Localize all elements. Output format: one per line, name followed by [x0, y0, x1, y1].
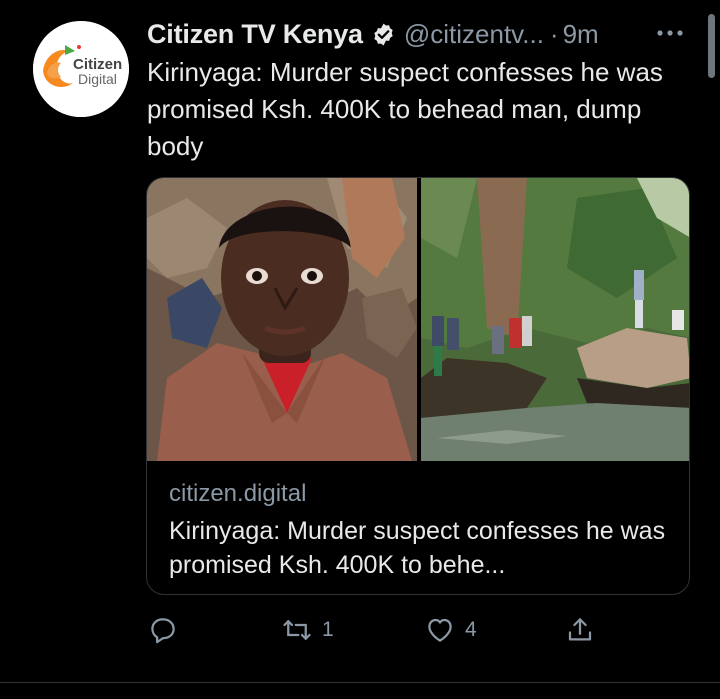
tweet-header: Citizen TV Kenya @citizentv... · 9m [147, 16, 599, 52]
avatar[interactable]: Citizen Digital [33, 21, 129, 117]
display-name[interactable]: Citizen TV Kenya [147, 19, 363, 50]
retweet-button[interactable]: 1 [282, 610, 334, 650]
divider [0, 682, 720, 683]
citizen-digital-logo: Citizen Digital [33, 21, 129, 117]
link-card[interactable]: citizen.digital Kirinyaga: Murder suspec… [146, 177, 690, 595]
like-count: 4 [465, 618, 477, 641]
tweet-text: Kirinyaga: Murder suspect confesses he w… [147, 57, 663, 161]
tweet-actions: 1 4 [0, 610, 720, 650]
user-handle[interactable]: @citizentv... [404, 19, 544, 50]
retweet-icon [283, 620, 311, 640]
scrollbar[interactable] [708, 14, 715, 78]
timestamp[interactable]: 9m [563, 19, 599, 50]
separator-dot: · [549, 18, 559, 49]
heart-icon [428, 618, 452, 642]
share-icon [568, 618, 592, 641]
card-title: Kirinyaga: Murder suspect confesses he w… [169, 517, 666, 579]
card-photo-collage [147, 178, 689, 461]
share-button[interactable] [565, 610, 595, 650]
svg-text:Digital: Digital [78, 71, 117, 87]
tweet[interactable]: Citizen Digital Citizen TV Kenya @citize… [0, 0, 720, 699]
reply-icon [151, 618, 175, 644]
card-domain: citizen.digital [169, 480, 307, 507]
retweet-count: 1 [322, 618, 334, 641]
more-options-icon[interactable] [652, 22, 688, 44]
like-button[interactable]: 4 [425, 610, 477, 650]
verified-badge-icon [374, 23, 393, 45]
card-image[interactable] [147, 178, 689, 461]
reply-button[interactable] [148, 610, 188, 650]
